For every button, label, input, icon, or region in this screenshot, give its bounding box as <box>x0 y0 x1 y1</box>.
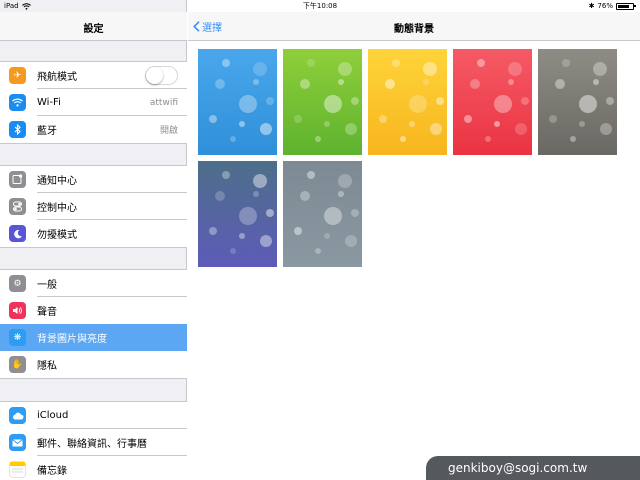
mail-icon <box>9 434 26 451</box>
sidebar-item-notification-center[interactable]: 通知中心 <box>0 166 187 193</box>
sidebar-item-label: 郵件、聯絡資訊、行事曆 <box>37 439 147 450</box>
settings-group-system: 通知中心 控制中心 勿擾模式 <box>0 165 187 248</box>
sidebar-item-label: Wi-Fi <box>37 97 61 108</box>
sidebar-item-label: 隱私 <box>37 361 57 372</box>
sidebar-item-mail-contacts-calendars[interactable]: 郵件、聯絡資訊、行事曆 <box>0 429 187 456</box>
control-center-icon <box>9 198 26 215</box>
moon-icon <box>9 225 26 242</box>
sidebar-item-label: 通知中心 <box>37 176 77 187</box>
bluetooth-icon <box>9 121 26 138</box>
toggle-knob <box>146 67 163 84</box>
status-bar: iPad 下午10:08 ✱ 76% <box>0 0 640 12</box>
gear-icon: ⚙ <box>9 275 26 292</box>
sidebar-item-label: 控制中心 <box>37 203 77 214</box>
sidebar-title: 設定 <box>83 24 104 35</box>
sidebar-item-bluetooth[interactable]: 藍牙 開啟 <box>0 116 187 143</box>
dynamic-wallpapers-pane: 選擇 動態背景 <box>188 0 640 480</box>
sidebar-item-label: iCloud <box>37 410 69 421</box>
sidebar-item-general[interactable]: ⚙ 一般 <box>0 270 187 297</box>
wifi-network-value: attwifi <box>149 97 178 108</box>
wallpaper-thumbnail-gray[interactable] <box>538 49 617 155</box>
sidebar-item-control-center[interactable]: 控制中心 <box>0 193 187 220</box>
wifi-icon <box>9 94 26 111</box>
sidebar-item-label: 聲音 <box>37 307 57 318</box>
settings-group-connectivity: ✈ 飛航模式 Wi-Fi attwifi 藍牙 開啟 <box>0 61 187 144</box>
sidebar-item-do-not-disturb[interactable]: 勿擾模式 <box>0 220 187 247</box>
sidebar-item-label: 飛航模式 <box>37 72 77 83</box>
wallpaper-icon: ❋ <box>9 329 26 346</box>
bluetooth-status-icon: ✱ <box>588 2 595 10</box>
clock: 下午10:08 <box>302 2 338 10</box>
airplane-mode-toggle[interactable] <box>145 66 178 85</box>
page-title: 動態背景 <box>394 24 434 35</box>
hand-icon: ✋ <box>9 356 26 373</box>
sidebar-item-sounds[interactable]: 聲音 <box>0 297 187 324</box>
sidebar-item-label: 一般 <box>37 280 57 291</box>
cloud-icon <box>9 407 26 424</box>
settings-sidebar: 設定 ✈ 飛航模式 Wi-Fi attwifi 藍牙 開啟 通知中心 控制中心 … <box>0 0 187 480</box>
wallpaper-thumbnail-red[interactable] <box>453 49 532 155</box>
sidebar-item-wallpapers-brightness[interactable]: ❋ 背景圖片與亮度 <box>0 324 187 351</box>
sidebar-item-label: 背景圖片與亮度 <box>37 334 107 345</box>
wallpaper-thumbnail-green[interactable] <box>283 49 362 155</box>
settings-group-general: ⚙ 一般 聲音 ❋ 背景圖片與亮度 ✋ 隱私 <box>0 269 187 379</box>
sidebar-item-label: 勿擾模式 <box>37 230 77 241</box>
notification-center-icon <box>9 171 26 188</box>
sidebar-item-airplane-mode[interactable]: ✈ 飛航模式 <box>0 62 187 89</box>
sidebar-item-label: 備忘錄 <box>37 466 67 477</box>
sidebar-item-label: 藍牙 <box>37 126 57 137</box>
wallpaper-thumbnail-yellow[interactable] <box>368 49 447 155</box>
watermark: genkiboy@sogi.com.tw <box>426 456 640 480</box>
airplane-icon: ✈ <box>9 67 26 84</box>
sidebar-item-icloud[interactable]: iCloud <box>0 402 187 429</box>
speaker-icon <box>9 302 26 319</box>
settings-group-accounts: iCloud 郵件、聯絡資訊、行事曆 備忘錄 <box>0 401 187 480</box>
bluetooth-value: 開啟 <box>159 126 178 136</box>
wallpaper-thumbnail-blue[interactable] <box>198 49 277 155</box>
sidebar-item-privacy[interactable]: ✋ 隱私 <box>0 351 187 378</box>
wallpaper-thumbnail-blue-purple[interactable] <box>198 161 277 267</box>
battery-percent: 76% <box>597 2 613 10</box>
sidebar-item-wifi[interactable]: Wi-Fi attwifi <box>0 89 187 116</box>
notes-icon <box>9 461 26 478</box>
battery-icon <box>616 2 636 10</box>
sidebar-item-notes[interactable]: 備忘錄 <box>0 456 187 480</box>
wallpaper-thumbnail-gray-blue[interactable] <box>283 161 362 267</box>
